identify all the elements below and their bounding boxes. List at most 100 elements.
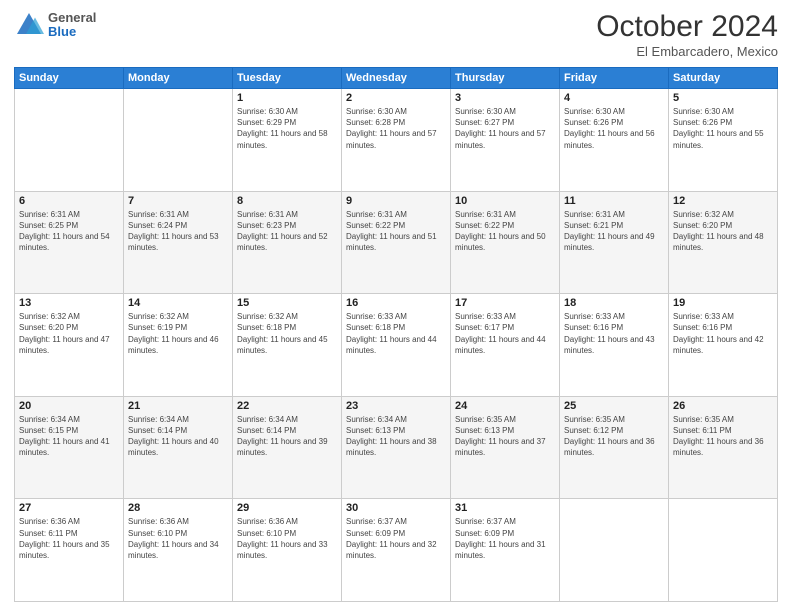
logo-general: General bbox=[48, 11, 96, 25]
day-info: Sunrise: 6:33 AMSunset: 6:16 PMDaylight:… bbox=[673, 311, 773, 356]
calendar-cell: 7Sunrise: 6:31 AMSunset: 6:24 PMDaylight… bbox=[124, 191, 233, 294]
calendar-week-1: 1 Sunrise: 6:30 AMSunset: 6:29 PMDaylight… bbox=[15, 89, 778, 192]
calendar-cell: 4Sunrise: 6:30 AMSunset: 6:26 PMDaylight… bbox=[560, 89, 669, 192]
day-number: 16 bbox=[346, 297, 446, 309]
day-info: Sunrise: 6:36 AMSunset: 6:10 PMDaylight:… bbox=[128, 516, 228, 561]
day-info: Sunrise: 6:32 AMSunset: 6:18 PMDaylight:… bbox=[237, 311, 337, 356]
calendar-header-friday: Friday bbox=[560, 68, 669, 89]
calendar-header-saturday: Saturday bbox=[669, 68, 778, 89]
day-number: 10 bbox=[455, 195, 555, 207]
day-number: 5 bbox=[673, 92, 773, 104]
calendar-cell: 14Sunrise: 6:32 AMSunset: 6:19 PMDayligh… bbox=[124, 294, 233, 397]
calendar-week-3: 13Sunrise: 6:32 AMSunset: 6:20 PMDayligh… bbox=[15, 294, 778, 397]
day-number: 15 bbox=[237, 297, 337, 309]
calendar-header-sunday: Sunday bbox=[15, 68, 124, 89]
day-number: 30 bbox=[346, 502, 446, 514]
calendar-cell: 13Sunrise: 6:32 AMSunset: 6:20 PMDayligh… bbox=[15, 294, 124, 397]
day-info: Sunrise: 6:34 AMSunset: 6:14 PMDaylight:… bbox=[128, 414, 228, 459]
calendar-cell: 27 Sunrise: 6:36 AMSunset: 6:11 PMDayligh… bbox=[15, 499, 124, 602]
day-number: 18 bbox=[564, 297, 664, 309]
calendar-cell: 5 Sunrise: 6:30 AMSunset: 6:26 PMDaylight… bbox=[669, 89, 778, 192]
calendar-cell: 24Sunrise: 6:35 AMSunset: 6:13 PMDayligh… bbox=[451, 396, 560, 499]
day-number: 29 bbox=[237, 502, 337, 514]
day-info: Sunrise: 6:34 AMSunset: 6:14 PMDaylight:… bbox=[237, 414, 337, 459]
day-number: 25 bbox=[564, 400, 664, 412]
title-area: October 2024 El Embarcadero, Mexico bbox=[596, 10, 778, 59]
day-number: 2 bbox=[346, 92, 446, 104]
day-info: Sunrise: 6:30 AMSunset: 6:29 PMDaylight:… bbox=[237, 106, 337, 151]
day-info: Sunrise: 6:33 AMSunset: 6:16 PMDaylight:… bbox=[564, 311, 664, 356]
day-number: 22 bbox=[237, 400, 337, 412]
day-info: Sunrise: 6:33 AMSunset: 6:17 PMDaylight:… bbox=[455, 311, 555, 356]
logo: General Blue bbox=[14, 10, 96, 40]
calendar-cell: 8 Sunrise: 6:31 AMSunset: 6:23 PMDaylight… bbox=[233, 191, 342, 294]
day-info: Sunrise: 6:36 AMSunset: 6:10 PMDaylight:… bbox=[237, 516, 337, 561]
calendar-cell: 12 Sunrise: 6:32 AMSunset: 6:20 PMDayligh… bbox=[669, 191, 778, 294]
calendar-header-wednesday: Wednesday bbox=[342, 68, 451, 89]
header: General Blue October 2024 El Embarcadero… bbox=[14, 10, 778, 59]
day-number: 6 bbox=[19, 195, 119, 207]
day-number: 24 bbox=[455, 400, 555, 412]
calendar-cell: 6 Sunrise: 6:31 AMSunset: 6:25 PMDaylight… bbox=[15, 191, 124, 294]
calendar-week-5: 27 Sunrise: 6:36 AMSunset: 6:11 PMDayligh… bbox=[15, 499, 778, 602]
calendar-cell: 26Sunrise: 6:35 AMSunset: 6:11 PMDayligh… bbox=[669, 396, 778, 499]
calendar-cell: 9 Sunrise: 6:31 AMSunset: 6:22 PMDaylight… bbox=[342, 191, 451, 294]
day-info: Sunrise: 6:37 AMSunset: 6:09 PMDaylight:… bbox=[455, 516, 555, 561]
day-number: 31 bbox=[455, 502, 555, 514]
day-number: 27 bbox=[19, 502, 119, 514]
day-number: 21 bbox=[128, 400, 228, 412]
day-info: Sunrise: 6:36 AMSunset: 6:11 PMDaylight:… bbox=[19, 516, 119, 561]
day-number: 11 bbox=[564, 195, 664, 207]
calendar-cell: 10Sunrise: 6:31 AMSunset: 6:22 PMDayligh… bbox=[451, 191, 560, 294]
day-number: 3 bbox=[455, 92, 555, 104]
day-info: Sunrise: 6:31 AMSunset: 6:23 PMDaylight:… bbox=[237, 209, 337, 254]
day-info: Sunrise: 6:31 AMSunset: 6:21 PMDaylight:… bbox=[564, 209, 664, 254]
calendar-week-4: 20Sunrise: 6:34 AMSunset: 6:15 PMDayligh… bbox=[15, 396, 778, 499]
day-info: Sunrise: 6:33 AMSunset: 6:18 PMDaylight:… bbox=[346, 311, 446, 356]
calendar-cell: 15 Sunrise: 6:32 AMSunset: 6:18 PMDayligh… bbox=[233, 294, 342, 397]
calendar-cell: 17Sunrise: 6:33 AMSunset: 6:17 PMDayligh… bbox=[451, 294, 560, 397]
day-number: 13 bbox=[19, 297, 119, 309]
location: El Embarcadero, Mexico bbox=[596, 44, 778, 59]
page: General Blue October 2024 El Embarcadero… bbox=[0, 0, 792, 612]
calendar-cell: 28 Sunrise: 6:36 AMSunset: 6:10 PMDayligh… bbox=[124, 499, 233, 602]
day-info: Sunrise: 6:32 AMSunset: 6:20 PMDaylight:… bbox=[673, 209, 773, 254]
day-info: Sunrise: 6:31 AMSunset: 6:22 PMDaylight:… bbox=[346, 209, 446, 254]
day-info: Sunrise: 6:37 AMSunset: 6:09 PMDaylight:… bbox=[346, 516, 446, 561]
day-info: Sunrise: 6:31 AMSunset: 6:25 PMDaylight:… bbox=[19, 209, 119, 254]
calendar-cell: 18 Sunrise: 6:33 AMSunset: 6:16 PMDayligh… bbox=[560, 294, 669, 397]
logo-icon bbox=[14, 10, 44, 40]
day-number: 8 bbox=[237, 195, 337, 207]
day-number: 28 bbox=[128, 502, 228, 514]
calendar-cell bbox=[560, 499, 669, 602]
day-number: 9 bbox=[346, 195, 446, 207]
calendar-cell: 30 Sunrise: 6:37 AMSunset: 6:09 PMDayligh… bbox=[342, 499, 451, 602]
calendar-cell: 22 Sunrise: 6:34 AMSunset: 6:14 PMDayligh… bbox=[233, 396, 342, 499]
calendar-header-thursday: Thursday bbox=[451, 68, 560, 89]
calendar-cell bbox=[124, 89, 233, 192]
day-info: Sunrise: 6:32 AMSunset: 6:19 PMDaylight:… bbox=[128, 311, 228, 356]
day-number: 1 bbox=[237, 92, 337, 104]
calendar-cell: 3 Sunrise: 6:30 AMSunset: 6:27 PMDaylight… bbox=[451, 89, 560, 192]
calendar-cell: 11 Sunrise: 6:31 AMSunset: 6:21 PMDayligh… bbox=[560, 191, 669, 294]
calendar-cell: 21 Sunrise: 6:34 AMSunset: 6:14 PMDayligh… bbox=[124, 396, 233, 499]
calendar-table: SundayMondayTuesdayWednesdayThursdayFrid… bbox=[14, 67, 778, 602]
calendar-cell bbox=[669, 499, 778, 602]
calendar-cell: 23 Sunrise: 6:34 AMSunset: 6:13 PMDayligh… bbox=[342, 396, 451, 499]
calendar-cell: 16 Sunrise: 6:33 AMSunset: 6:18 PMDayligh… bbox=[342, 294, 451, 397]
calendar-cell: 25 Sunrise: 6:35 AMSunset: 6:12 PMDayligh… bbox=[560, 396, 669, 499]
day-number: 23 bbox=[346, 400, 446, 412]
calendar-header-monday: Monday bbox=[124, 68, 233, 89]
day-info: Sunrise: 6:31 AMSunset: 6:24 PMDaylight:… bbox=[128, 209, 228, 254]
day-number: 12 bbox=[673, 195, 773, 207]
day-info: Sunrise: 6:30 AMSunset: 6:26 PMDaylight:… bbox=[673, 106, 773, 151]
day-info: Sunrise: 6:30 AMSunset: 6:27 PMDaylight:… bbox=[455, 106, 555, 151]
logo-blue: Blue bbox=[48, 25, 96, 39]
calendar-header-tuesday: Tuesday bbox=[233, 68, 342, 89]
calendar-cell: 1 Sunrise: 6:30 AMSunset: 6:29 PMDaylight… bbox=[233, 89, 342, 192]
calendar-cell: 31 Sunrise: 6:37 AMSunset: 6:09 PMDayligh… bbox=[451, 499, 560, 602]
day-info: Sunrise: 6:35 AMSunset: 6:12 PMDaylight:… bbox=[564, 414, 664, 459]
day-number: 4 bbox=[564, 92, 664, 104]
logo-text: General Blue bbox=[48, 11, 96, 40]
day-info: Sunrise: 6:34 AMSunset: 6:13 PMDaylight:… bbox=[346, 414, 446, 459]
